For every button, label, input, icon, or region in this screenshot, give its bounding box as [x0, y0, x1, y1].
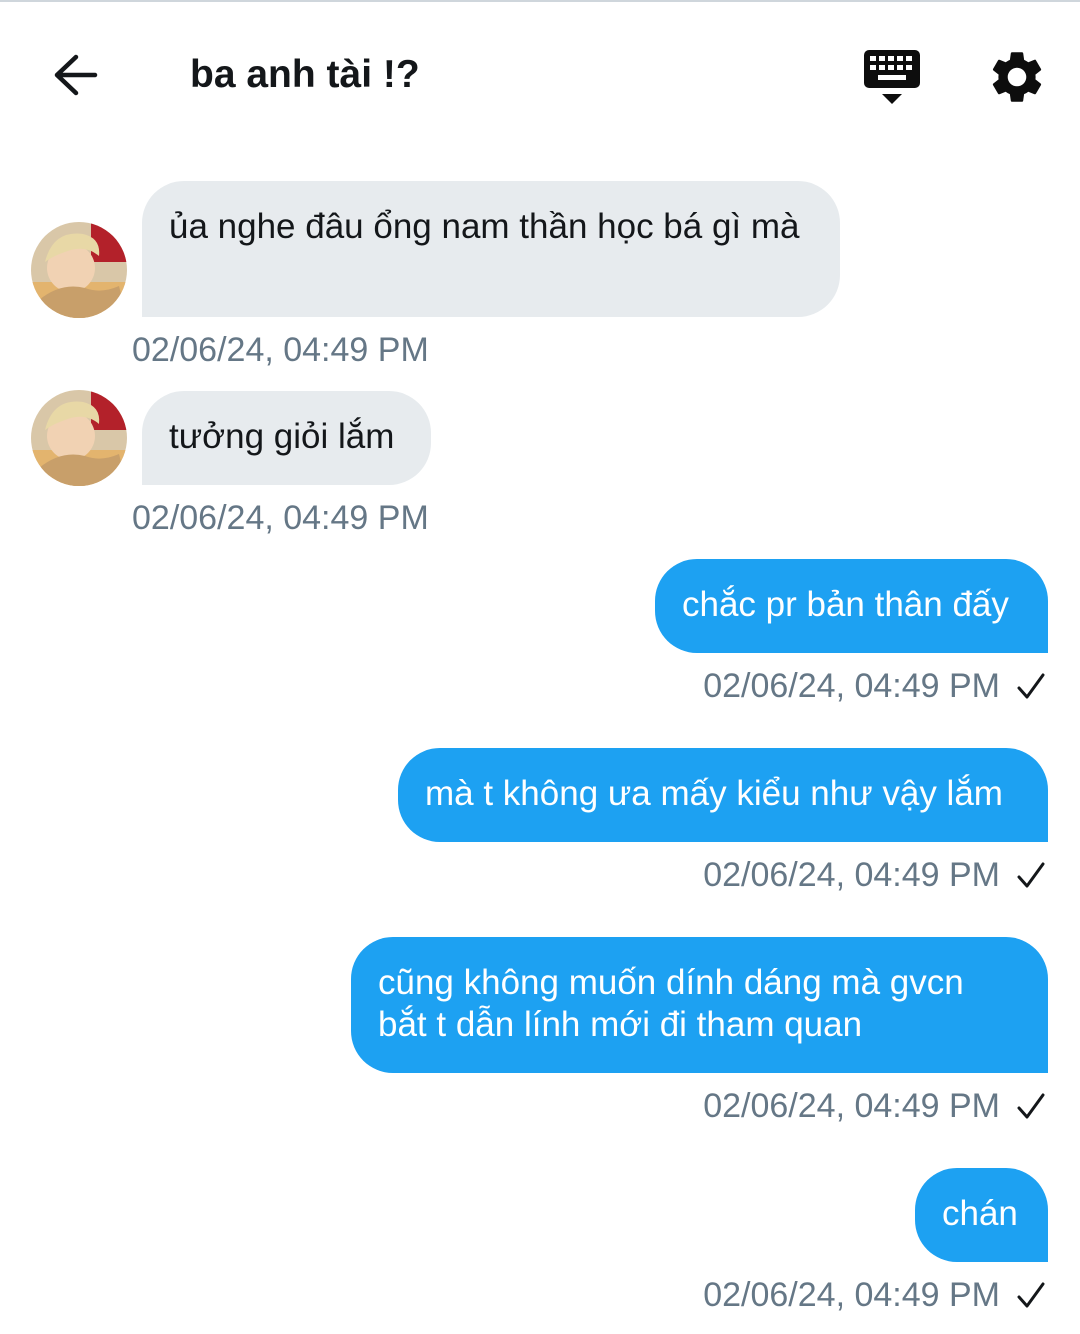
keyboard-hide-icon [864, 50, 920, 104]
arrow-left-icon [54, 54, 98, 96]
message-timestamp: 02/06/24, 04:49 PM [132, 499, 429, 537]
message-text: cũng không muốn dính dáng mà gvcn bắt t … [378, 963, 964, 1044]
avatar[interactable] [31, 222, 127, 318]
message-timestamp: 02/06/24, 04:49 PM [703, 667, 1000, 705]
message-text: tưởng giỏi lắm [169, 417, 395, 456]
message-text: chắc pr bản thân đấy [682, 585, 1009, 624]
message-timestamp: 02/06/24, 04:49 PM [132, 331, 429, 369]
check-icon [1017, 1093, 1045, 1119]
message-timestamp: 02/06/24, 04:49 PM [703, 1276, 1000, 1314]
message-timestamp-row: 02/06/24, 04:49 PM [703, 1275, 1046, 1315]
check-icon [1017, 862, 1045, 888]
avatar-photo [31, 390, 127, 486]
message-bubble[interactable]: mà t không ưa mấy kiểu như vậy lắm [398, 748, 1048, 842]
message-bubble[interactable]: cũng không muốn dính dáng mà gvcn bắt t … [351, 937, 1048, 1073]
message-timestamp-row: 02/06/24, 04:49 PM [703, 855, 1046, 895]
message-bubble[interactable]: tưởng giỏi lắm [142, 391, 431, 485]
avatar-photo [31, 222, 127, 318]
message-text: mà t không ưa mấy kiểu như vậy lắm [425, 774, 1003, 813]
check-icon [1017, 673, 1045, 699]
gear-icon [992, 52, 1042, 102]
check-icon [1017, 1282, 1045, 1308]
keyboard-toggle-button[interactable] [858, 46, 926, 108]
conversation-title: ba anh tài !? [190, 53, 420, 96]
message-timestamp-row: 02/06/24, 04:49 PM [703, 1086, 1046, 1126]
message-timestamp: 02/06/24, 04:49 PM [703, 856, 1000, 894]
settings-button[interactable] [986, 46, 1048, 108]
conversation-header: ba anh tài !? [0, 2, 1080, 142]
message-text: ủa nghe đâu ổng nam thần học bá gì mà [169, 207, 800, 246]
avatar[interactable] [31, 390, 127, 486]
message-bubble[interactable]: ủa nghe đâu ổng nam thần học bá gì mà [142, 181, 840, 317]
message-bubble[interactable]: chán [915, 1168, 1048, 1262]
message-timestamp-row: 02/06/24, 04:49 PM [703, 666, 1046, 706]
back-button[interactable] [40, 42, 110, 108]
message-text: chán [942, 1194, 1018, 1233]
message-bubble[interactable]: chắc pr bản thân đấy [655, 559, 1048, 653]
message-timestamp: 02/06/24, 04:49 PM [703, 1087, 1000, 1125]
